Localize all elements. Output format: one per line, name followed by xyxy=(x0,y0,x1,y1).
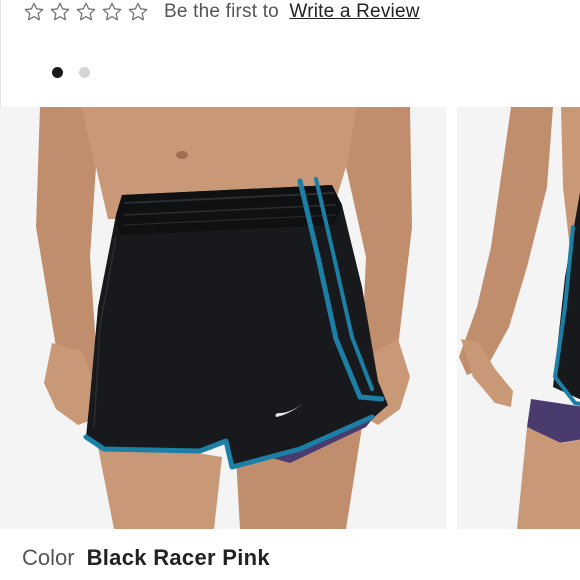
review-row: Be the first to Write a Review xyxy=(22,0,420,24)
star-rating[interactable] xyxy=(22,1,150,23)
product-image-side[interactable] xyxy=(457,107,580,529)
left-border xyxy=(0,0,1,107)
color-value: Black Racer Pink xyxy=(86,545,270,570)
carousel-pagination xyxy=(52,67,90,78)
review-prompt: Be the first to Write a Review xyxy=(164,1,420,23)
product-image-carousel[interactable] xyxy=(0,107,580,529)
star-empty-icon[interactable] xyxy=(22,1,46,23)
star-empty-icon[interactable] xyxy=(100,1,124,23)
color-selection: Color Black Racer Pink xyxy=(22,545,270,571)
review-prompt-text: Be the first to xyxy=(164,1,285,22)
carousel-dot-1[interactable] xyxy=(52,67,63,78)
write-review-link[interactable]: Write a Review xyxy=(289,1,419,22)
product-image-front[interactable] xyxy=(0,107,446,529)
carousel-dot-2[interactable] xyxy=(79,67,90,78)
star-empty-icon[interactable] xyxy=(74,1,98,23)
star-empty-icon[interactable] xyxy=(48,1,72,23)
shorts-front-illustration xyxy=(36,107,412,529)
color-label: Color xyxy=(22,545,75,570)
shorts-side-illustration xyxy=(459,107,580,529)
star-empty-icon[interactable] xyxy=(126,1,150,23)
